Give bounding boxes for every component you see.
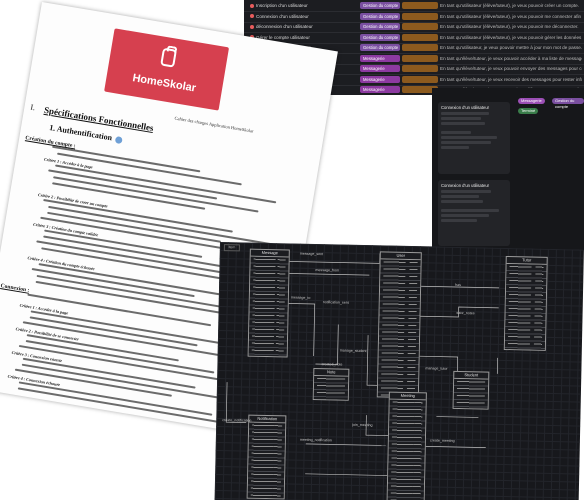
uml-diagram: Item Message User Tutor Note Student Mee… [214,242,584,500]
text-line [17,387,248,428]
relation-label: create_meeting [429,438,455,443]
story-description: En tant qu'élève/tuteur, je veux pouvoir… [440,66,582,71]
entity-notification[interactable]: Notification [246,414,287,500]
priority-tag[interactable] [402,75,438,83]
priority-tag[interactable] [402,12,438,20]
story-title-text: Connexion d'un utilisateur [256,13,309,19]
kanban-pill[interactable]: Gestion du compte [552,98,584,109]
relation-line [415,445,486,448]
story-description: En tant qu'utilisateur (élève/tuteur), j… [440,24,579,29]
story-title: déconnexion d'un utilisateur [250,24,358,29]
relation-line [315,324,339,365]
kanban-card[interactable]: Connexion d'un utilisateur [438,180,510,246]
subsection-title-text: 1. Authentification [48,123,113,143]
relation-label: create_notification [222,418,252,423]
category-tag[interactable]: Gestion du compte [360,12,400,20]
status-icon [250,3,254,8]
sub-heading: Création du compte : [24,135,76,150]
category-tag[interactable]: Gestion du compte [360,2,400,9]
kanban-card-title: Connexion d'un utilisateur [441,105,490,110]
relation-label: manage_tutor [425,366,448,371]
story-description: En tant qu'utilisateur, je veux pouvoir … [440,45,582,50]
entity-note[interactable]: Note [312,367,350,401]
entity-message[interactable]: Message [247,248,290,358]
kanban-card-title: Connexion d'un utilisateur [441,183,490,188]
story-title-text: déconnexion d'un utilisateur [256,24,313,29]
section-number: I. [29,102,36,113]
relation-line [225,382,247,423]
entity-student[interactable]: Student [452,370,490,410]
story-title: Connexion d'un utilisateur [250,14,358,19]
category-tag[interactable]: Messagerie [360,54,400,62]
key-icon [114,135,123,144]
relation-label: message_to [290,295,311,300]
relation-line [305,473,396,477]
backpack-icon [160,47,177,68]
sub-heading: Connexion : [0,283,30,294]
relation-label: tutor_notes [456,310,475,316]
category-tag[interactable]: Messagerie [360,65,400,72]
kanban-board: Connexion d'un utilisateur Connexion d'u… [432,88,584,250]
priority-tag[interactable] [402,65,438,72]
entity-meeting[interactable]: Meeting [386,391,427,500]
screenshot-stage: Inscription d'un utilisateur Gestion du c… [0,0,584,500]
story-title-text: Inscription d'un utilisateur [256,3,308,8]
story-description: En tant qu'utilisateur (élève/tuteur), j… [440,34,582,40]
document-subtitle: Cahier des charges Application HomeSkola… [174,115,254,134]
relation-label: message_sent [299,251,324,257]
story-description: En tant qu'élève/tuteur, je veux recevoi… [440,76,582,82]
kanban-pill[interactable]: Terminé [518,108,539,114]
status-icon [250,24,254,29]
relation-label: manage_student [339,348,367,354]
homeskolar-logo: HomeSkolar [104,28,230,111]
status-icon [250,14,254,19]
entity-tutor[interactable]: Tutor [503,255,548,351]
kanban-pill[interactable]: Messagerie [518,98,545,104]
relation-line [305,443,386,446]
priority-tag[interactable] [402,23,438,30]
relation-label: join_meeting [352,422,373,428]
logo-text: HomeSkolar [131,72,197,95]
relation-label: created_note [321,362,343,367]
category-tag[interactable]: Gestion du compte [360,44,400,51]
relation-line [285,273,370,276]
story-description: En tant qu'utilisateur (élève/tuteur), j… [440,3,580,8]
kanban-card[interactable]: Connexion d'un utilisateur [438,102,510,174]
relation-label: message_from [315,268,340,273]
text-line [29,316,198,347]
relation-label: notification_sent [322,300,349,305]
story-description: En tant qu'élève/tuteur, je veux pouvoir… [440,55,582,61]
category-tag[interactable]: Messagerie [360,75,400,83]
relation-line [436,416,479,418]
priority-tag[interactable] [402,33,438,41]
priority-tag[interactable] [402,54,438,62]
relation-label: meeting_notification [299,437,332,443]
story-description: En tant qu'utilisateur (élève/tuteur), j… [440,13,582,19]
priority-tag[interactable] [402,2,438,9]
story-title: Inscription d'un utilisateur [250,3,358,8]
entity-user[interactable]: User [376,251,422,399]
priority-tag[interactable] [402,44,438,51]
category-tag[interactable]: Gestion du compte [360,33,400,41]
category-tag[interactable]: Gestion du compte [360,23,400,30]
relation-label: has [455,282,461,288]
category-tag[interactable]: Messagerie [360,86,400,93]
